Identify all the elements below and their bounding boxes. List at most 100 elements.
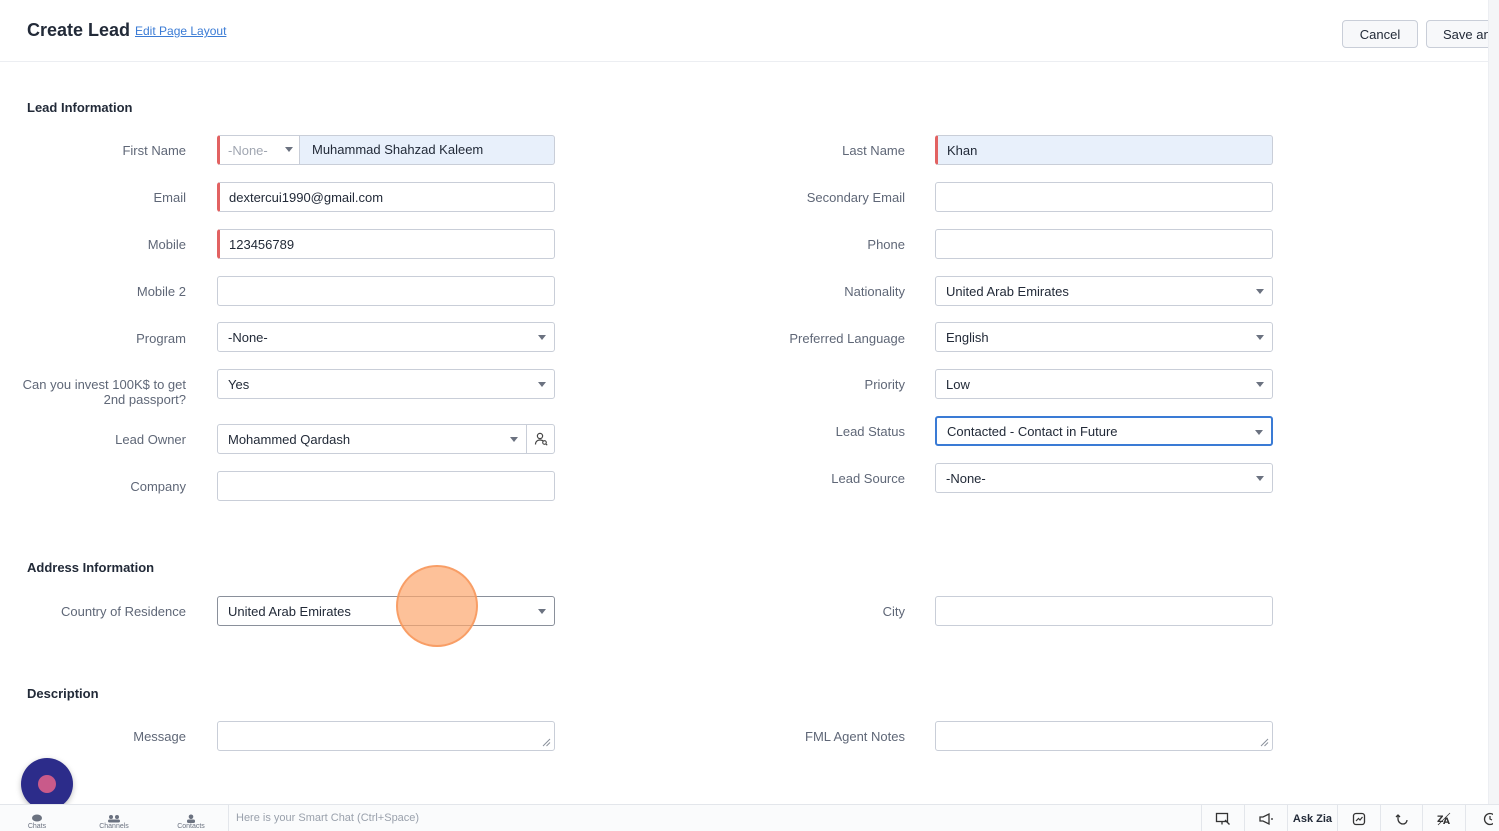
chat-icon xyxy=(38,775,56,793)
last-name-label: Last Name xyxy=(842,143,905,158)
fml-notes-label: FML Agent Notes xyxy=(805,729,905,744)
city-input[interactable] xyxy=(935,596,1273,626)
screen-share-icon[interactable] xyxy=(1201,805,1244,831)
secondary-email-input[interactable] xyxy=(935,182,1273,212)
program-label: Program xyxy=(136,331,186,346)
lead-source-select[interactable]: -None- xyxy=(935,463,1273,493)
company-label: Company xyxy=(130,479,186,494)
chat-bubble-button[interactable] xyxy=(21,758,73,810)
lead-source-value: -None- xyxy=(946,470,986,486)
city-label: City xyxy=(882,604,905,619)
phone-input[interactable] xyxy=(935,229,1273,259)
priority-select[interactable]: Low xyxy=(935,369,1273,399)
ask-zia-button[interactable]: Ask Zia xyxy=(1287,805,1337,831)
nationality-select[interactable]: United Arab Emirates xyxy=(935,276,1273,306)
chats-tab[interactable]: Chats xyxy=(22,805,52,831)
invest-label: Can you invest 100K$ to get 2nd passport… xyxy=(16,377,186,407)
program-select[interactable]: -None- xyxy=(217,322,555,352)
last-name-value: Khan xyxy=(947,142,978,158)
smart-chat-input[interactable]: Here is your Smart Chat (Ctrl+Space) xyxy=(236,812,419,824)
chevron-down-icon xyxy=(1256,289,1264,294)
svg-text:A: A xyxy=(1443,817,1450,826)
email-label: Email xyxy=(153,190,186,205)
bottom-bar: Chats Channels Contacts Here is your Sma… xyxy=(0,804,1499,831)
page-header: Create Lead Edit Page Layout Cancel Save… xyxy=(0,0,1499,62)
resize-grip-icon[interactable] xyxy=(1260,738,1269,747)
bottom-bar-divider xyxy=(228,805,229,831)
contacts-label: Contacts xyxy=(177,823,205,830)
country-residence-select[interactable]: United Arab Emirates xyxy=(217,596,555,626)
lead-status-value: Contacted - Contact in Future xyxy=(947,423,1118,439)
clock-icon[interactable] xyxy=(1465,805,1499,831)
mobile-input[interactable]: 123456789 xyxy=(217,229,555,259)
chevron-down-icon xyxy=(1255,430,1263,435)
contacts-tab[interactable]: Contacts xyxy=(173,805,209,831)
resize-grip-icon[interactable] xyxy=(542,738,551,747)
chat-icon xyxy=(32,814,42,822)
invest-select[interactable]: Yes xyxy=(217,369,555,399)
chats-label: Chats xyxy=(27,823,47,830)
channels-label: Channels xyxy=(99,823,129,830)
priority-label: Priority xyxy=(864,377,905,392)
cancel-button[interactable]: Cancel xyxy=(1342,20,1418,48)
analytics-icon[interactable] xyxy=(1337,805,1380,831)
country-residence-value: United Arab Emirates xyxy=(228,603,351,619)
message-label: Message xyxy=(133,729,186,744)
mobile-2-label: Mobile 2 xyxy=(136,284,186,299)
channels-icon xyxy=(108,815,120,823)
edit-page-layout-link[interactable]: Edit Page Layout xyxy=(135,24,226,38)
preferred-language-select[interactable]: English xyxy=(935,322,1273,352)
program-value: -None- xyxy=(228,329,268,345)
translate-icon[interactable]: ZA xyxy=(1422,805,1465,831)
first-name-label: First Name xyxy=(122,143,186,158)
lead-status-select[interactable]: Contacted - Contact in Future xyxy=(935,416,1273,446)
lead-owner-label: Lead Owner xyxy=(115,432,186,447)
lead-owner-value: Mohammed Qardash xyxy=(228,431,351,447)
preferred-language-label: Preferred Language xyxy=(789,331,905,346)
chevron-down-icon xyxy=(1256,382,1264,387)
page-title: Create Lead xyxy=(27,20,131,40)
lead-owner-select[interactable]: Mohammed Qardash xyxy=(217,424,555,454)
user-search-icon[interactable] xyxy=(526,425,554,453)
section-address-information: Address Information xyxy=(27,560,155,575)
mobile-value: 123456789 xyxy=(229,236,295,252)
scrollbar[interactable] xyxy=(1488,0,1499,804)
email-value: dextercui1990@gmail.com xyxy=(229,189,384,205)
lead-status-label: Lead Status xyxy=(835,424,905,439)
preferred-language-value: English xyxy=(946,329,989,345)
secondary-email-label: Secondary Email xyxy=(806,190,905,205)
mobile-2-input[interactable] xyxy=(217,276,555,306)
email-input[interactable]: dextercui1990@gmail.com xyxy=(217,182,555,212)
first-name-input[interactable]: Muhammad Shahzad Kaleem xyxy=(312,142,483,157)
nationality-label: Nationality xyxy=(844,284,905,299)
click-indicator xyxy=(396,565,478,647)
megaphone-icon[interactable] xyxy=(1244,805,1287,831)
chevron-down-icon xyxy=(538,382,546,387)
salutation-value: -None- xyxy=(228,142,268,158)
channels-tab[interactable]: Channels xyxy=(96,805,132,831)
refresh-icon[interactable] xyxy=(1380,805,1422,831)
contacts-icon xyxy=(187,814,195,823)
invest-label-line1: Can you invest 100K$ to get xyxy=(22,377,186,392)
chevron-down-icon xyxy=(538,609,546,614)
country-residence-label: Country of Residence xyxy=(60,604,186,619)
chevron-down-icon xyxy=(1256,476,1264,481)
company-input[interactable] xyxy=(217,471,555,501)
salutation-select[interactable]: -None- xyxy=(220,136,300,164)
first-name-field: -None- Muhammad Shahzad Kaleem xyxy=(217,135,555,165)
chevron-down-icon xyxy=(285,147,293,152)
phone-label: Phone xyxy=(867,237,905,252)
last-name-input[interactable]: Khan xyxy=(935,135,1273,165)
lead-source-label: Lead Source xyxy=(831,471,905,486)
invest-value: Yes xyxy=(228,376,250,392)
nationality-value: United Arab Emirates xyxy=(946,283,1069,299)
mobile-label: Mobile xyxy=(147,237,186,252)
priority-value: Low xyxy=(946,376,970,392)
fml-notes-textarea[interactable] xyxy=(935,721,1273,751)
message-textarea[interactable] xyxy=(217,721,555,751)
chevron-down-icon xyxy=(538,335,546,340)
chevron-down-icon xyxy=(510,437,518,442)
chevron-down-icon xyxy=(1256,335,1264,340)
section-lead-information: Lead Information xyxy=(27,100,133,115)
section-description: Description xyxy=(27,686,99,701)
